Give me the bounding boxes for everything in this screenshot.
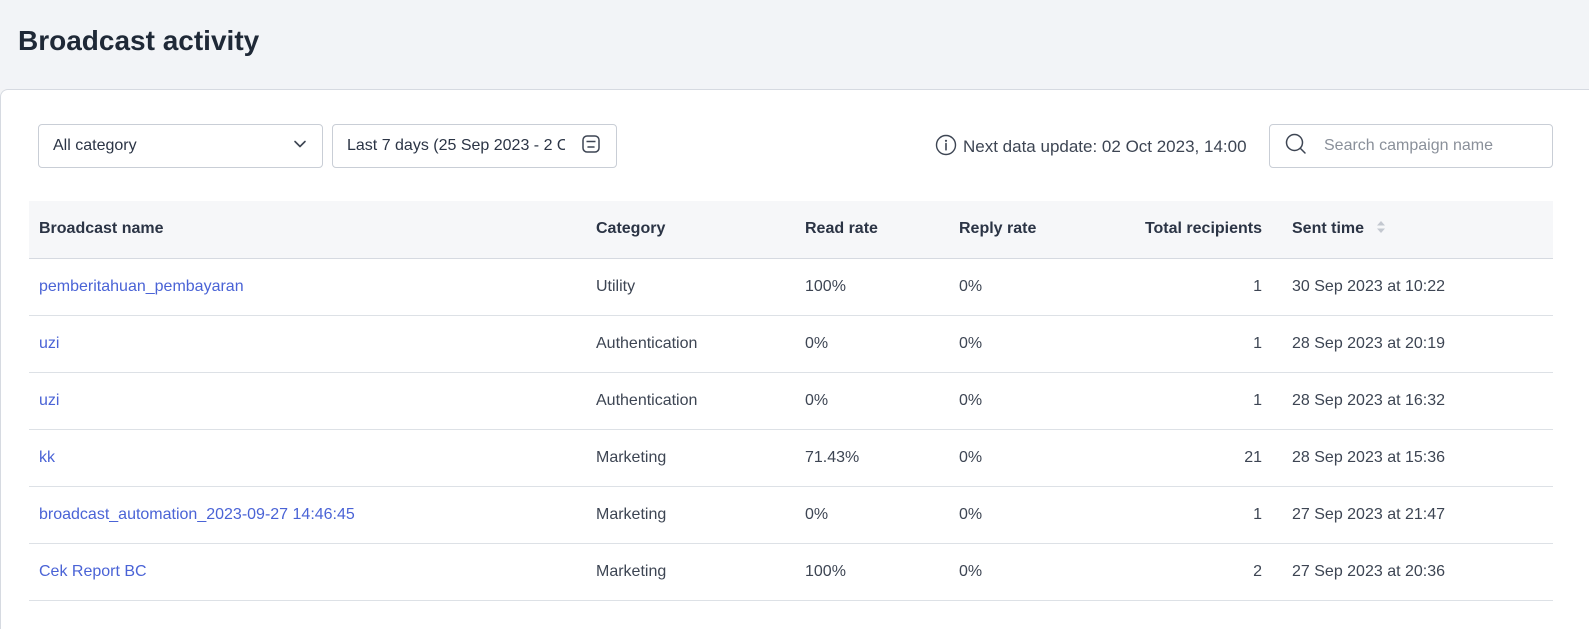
search-input[interactable] bbox=[1322, 136, 1538, 156]
column-header-reply-rate: Reply rate bbox=[949, 201, 1096, 259]
sent-time-label: Sent time bbox=[1292, 220, 1365, 238]
read-rate-cell: 0% bbox=[795, 315, 949, 373]
read-rate-cell: 100% bbox=[795, 543, 949, 601]
column-header-sent-time[interactable]: Sent time bbox=[1282, 201, 1553, 259]
search-box[interactable] bbox=[1269, 124, 1553, 168]
date-range-value: Last 7 days (25 Sep 2023 - 2 Oct 2023) bbox=[347, 137, 565, 154]
category-cell: Authentication bbox=[586, 372, 795, 430]
sent-time-cell: 28 Sep 2023 at 15:36 bbox=[1282, 429, 1553, 487]
category-select-value: All category bbox=[53, 137, 137, 154]
category-cell: Marketing bbox=[586, 486, 795, 544]
table-row: uzi Authentication 0% 0% 1 28 Sep 2023 a… bbox=[29, 372, 1553, 430]
sort-icon[interactable] bbox=[1376, 219, 1386, 240]
broadcast-name-link[interactable]: pemberitahuan_pembayaran bbox=[39, 278, 244, 295]
broadcast-name-link[interactable]: uzi bbox=[39, 335, 59, 352]
broadcast-name-link[interactable]: Cek Report BC bbox=[39, 563, 147, 580]
broadcast-name-link[interactable]: kk bbox=[39, 449, 55, 466]
table-row: kk Marketing 71.43% 0% 21 28 Sep 2023 at… bbox=[29, 429, 1553, 487]
sent-time-cell: 27 Sep 2023 at 21:47 bbox=[1282, 486, 1553, 544]
broadcast-name-link[interactable]: broadcast_automation_2023-09-27 14:46:45 bbox=[39, 506, 355, 523]
next-update-text: Next data update: 02 Oct 2023, 14:00 bbox=[963, 137, 1247, 156]
broadcast-table: Broadcast name Category Read rate Reply … bbox=[29, 201, 1553, 601]
reply-rate-cell: 0% bbox=[949, 258, 1096, 316]
next-update-info: Next data update: 02 Oct 2023, 14:00 bbox=[935, 134, 1247, 161]
sent-time-cell: 30 Sep 2023 at 10:22 bbox=[1282, 258, 1553, 316]
category-cell: Marketing bbox=[586, 429, 795, 487]
read-rate-cell: 71.43% bbox=[795, 429, 949, 487]
sent-time-cell: 28 Sep 2023 at 20:19 bbox=[1282, 315, 1553, 373]
category-cell: Authentication bbox=[586, 315, 795, 373]
table-row: uzi Authentication 0% 0% 1 28 Sep 2023 a… bbox=[29, 315, 1553, 373]
page-header: Broadcast activity bbox=[0, 0, 1589, 89]
broadcast-name-link[interactable]: uzi bbox=[39, 392, 59, 409]
read-rate-cell: 100% bbox=[795, 258, 949, 316]
table-row: pemberitahuan_pembayaran Utility 100% 0%… bbox=[29, 258, 1553, 316]
read-rate-cell: 0% bbox=[795, 486, 949, 544]
table-row: Cek Report BC Marketing 100% 0% 2 27 Sep… bbox=[29, 543, 1553, 601]
total-recipients-cell: 1 bbox=[1096, 258, 1282, 316]
table-header-row: Broadcast name Category Read rate Reply … bbox=[29, 201, 1553, 259]
table-row: broadcast_automation_2023-09-27 14:46:45… bbox=[29, 486, 1553, 544]
search-icon bbox=[1284, 132, 1308, 161]
read-rate-cell: 0% bbox=[795, 372, 949, 430]
total-recipients-cell: 1 bbox=[1096, 372, 1282, 430]
total-recipients-cell: 21 bbox=[1096, 429, 1282, 487]
reply-rate-cell: 0% bbox=[949, 372, 1096, 430]
category-cell: Utility bbox=[586, 258, 795, 316]
column-header-read-rate: Read rate bbox=[795, 201, 949, 259]
info-icon bbox=[935, 134, 963, 161]
reply-rate-cell: 0% bbox=[949, 543, 1096, 601]
column-header-name: Broadcast name bbox=[29, 201, 586, 259]
sent-time-cell: 27 Sep 2023 at 20:36 bbox=[1282, 543, 1553, 601]
reply-rate-cell: 0% bbox=[949, 429, 1096, 487]
total-recipients-cell: 1 bbox=[1096, 486, 1282, 544]
column-header-total-recipients: Total recipients bbox=[1096, 201, 1282, 259]
date-range-picker[interactable]: Last 7 days (25 Sep 2023 - 2 Oct 2023) bbox=[332, 124, 617, 168]
reply-rate-cell: 0% bbox=[949, 486, 1096, 544]
page-title: Broadcast activity bbox=[18, 25, 260, 56]
category-cell: Marketing bbox=[586, 543, 795, 601]
chevron-down-icon bbox=[292, 136, 308, 157]
total-recipients-cell: 2 bbox=[1096, 543, 1282, 601]
sent-time-cell: 28 Sep 2023 at 16:32 bbox=[1282, 372, 1553, 430]
total-recipients-cell: 1 bbox=[1096, 315, 1282, 373]
category-select[interactable]: All category bbox=[38, 124, 323, 168]
reply-rate-cell: 0% bbox=[949, 315, 1096, 373]
column-header-category: Category bbox=[586, 201, 795, 259]
broadcast-activity-card: All category Last 7 days (25 Sep 2023 - … bbox=[0, 89, 1589, 629]
calendar-icon bbox=[580, 133, 602, 160]
